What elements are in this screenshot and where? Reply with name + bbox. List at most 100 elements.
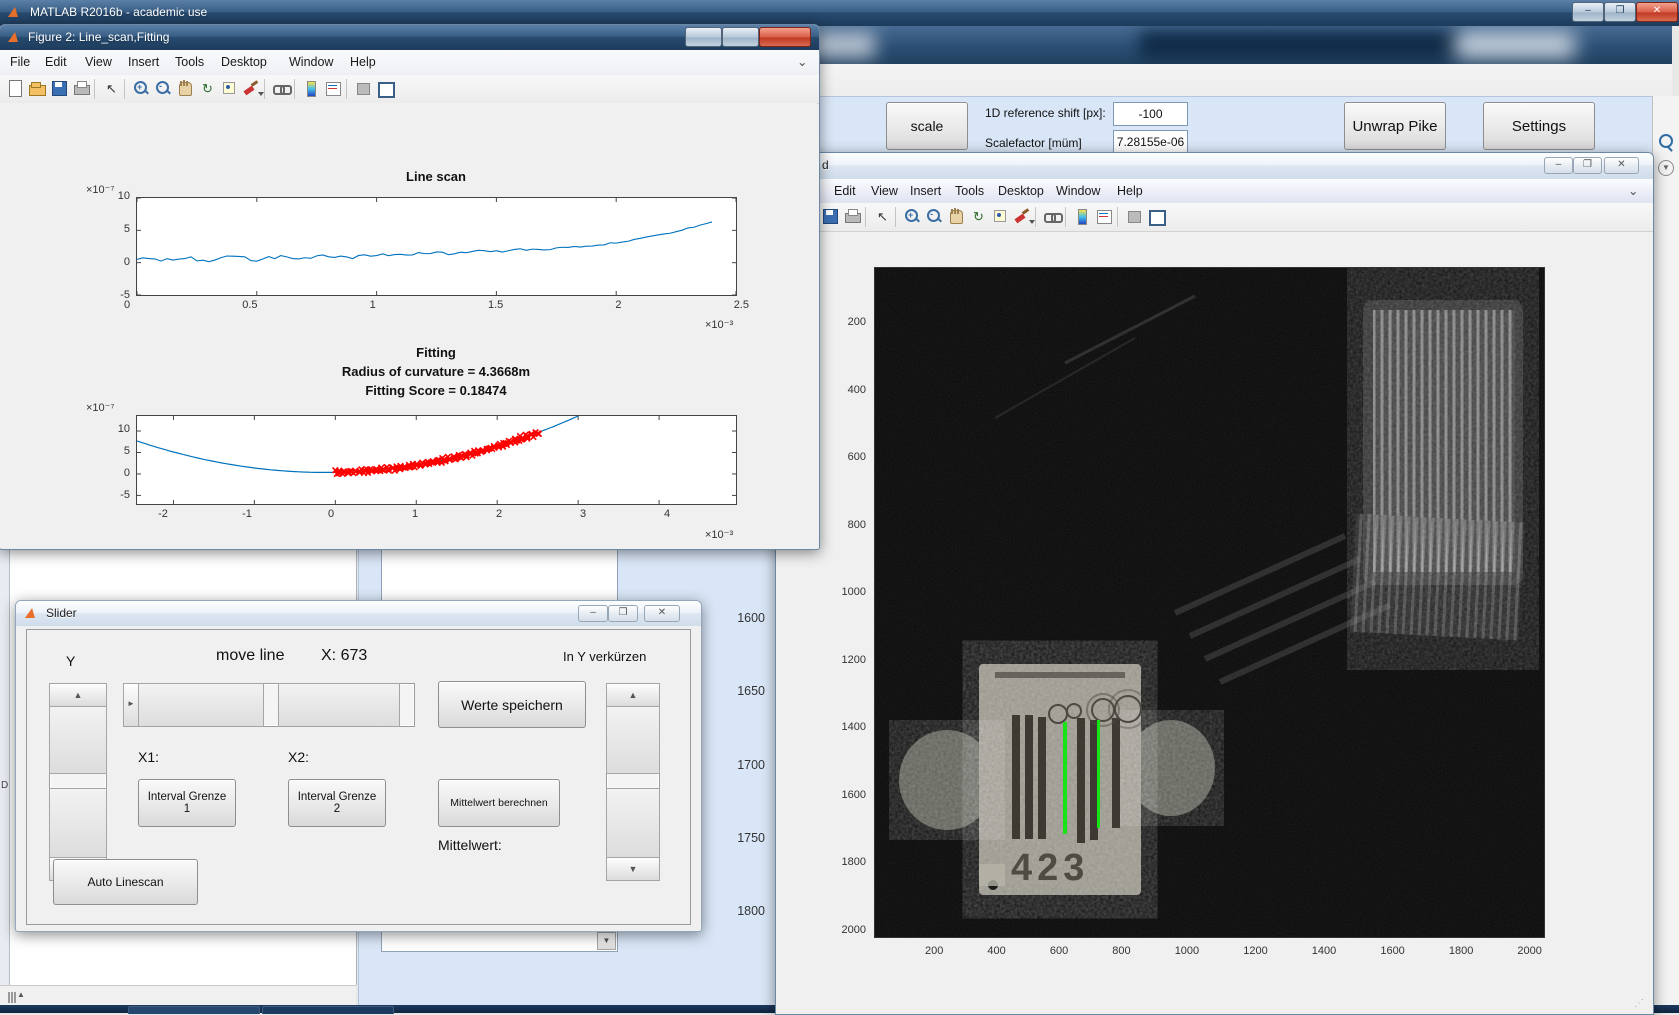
pan-icon[interactable] — [176, 79, 195, 98]
new-document-icon[interactable] — [6, 79, 25, 98]
data-cursor-icon[interactable] — [991, 207, 1010, 226]
zoom-in-icon[interactable]: + — [903, 207, 922, 226]
scale-button[interactable]: scale — [886, 102, 968, 150]
ref-shift-input[interactable] — [1113, 102, 1188, 126]
print-icon[interactable] — [843, 207, 862, 226]
menu-insert[interactable]: Insert — [908, 179, 943, 203]
hide-plot-tools-icon[interactable] — [1125, 207, 1144, 226]
slider-up-icon[interactable]: ▲ — [606, 683, 660, 707]
zoom-in-icon[interactable]: + — [132, 79, 151, 98]
slider-right-icon[interactable]: ► — [123, 683, 139, 727]
zoom-out-icon[interactable]: - — [154, 79, 173, 98]
main-minimize-button[interactable]: – — [1572, 2, 1604, 22]
menu-tools[interactable]: Tools — [953, 179, 986, 203]
scalefactor-input[interactable] — [1113, 130, 1188, 154]
x-slider[interactable]: ◄ ► — [123, 683, 415, 727]
slider-minimize-button[interactable]: – — [578, 605, 608, 622]
dock-figure-icon[interactable] — [1147, 207, 1166, 226]
overlay-line-2[interactable] — [1097, 720, 1100, 828]
y-slider-left[interactable]: ▲ ▼ — [49, 683, 107, 881]
open-folder-icon[interactable] — [28, 79, 47, 98]
slider-thumb[interactable] — [49, 706, 107, 774]
listbox-scroll-down-icon[interactable]: ▼ — [597, 932, 616, 950]
slider-thumb[interactable] — [138, 683, 264, 727]
interval-grenze-1-button[interactable]: Interval Grenze 1 — [138, 779, 236, 827]
slider-thumb[interactable] — [606, 788, 660, 858]
menu-file[interactable]: File — [8, 50, 32, 74]
chevron-circle-icon[interactable]: ▼ — [1658, 160, 1674, 176]
figure2-close-button[interactable] — [759, 27, 811, 47]
save-icon[interactable] — [50, 79, 69, 98]
cursor-icon[interactable]: ↖ — [102, 79, 121, 98]
menu-view[interactable]: View — [83, 50, 114, 74]
colorbar-icon[interactable] — [1073, 207, 1092, 226]
dock-figure-icon[interactable] — [376, 79, 395, 98]
menu-window[interactable]: Window — [287, 50, 335, 74]
brush-icon[interactable] — [1013, 207, 1035, 226]
plot1-axes[interactable] — [136, 197, 737, 296]
data-cursor-icon[interactable] — [220, 79, 239, 98]
mittelwert-berechnen-button[interactable]: Mittelwert berechnen — [438, 779, 560, 827]
menu-help[interactable]: Help — [348, 50, 378, 74]
menu-help[interactable]: Help — [1115, 179, 1145, 203]
menu-window[interactable]: Window — [1054, 179, 1102, 203]
menu-view[interactable]: View — [869, 179, 900, 203]
plot1-title: Line scan — [406, 169, 466, 184]
rotate-3d-icon[interactable]: ↻ — [969, 207, 988, 226]
plot2-axes[interactable] — [136, 415, 737, 505]
slider-thumb[interactable] — [606, 706, 660, 774]
menu-edit[interactable]: Edit — [43, 50, 69, 74]
figure-right-close-button[interactable]: ✕ — [1604, 157, 1639, 174]
figure2-titlebar[interactable]: Figure 2: Line_scan,Fitting — [0, 25, 819, 50]
figure-right-maximize-button[interactable]: ❐ — [1573, 157, 1602, 174]
search-icon[interactable] — [1659, 134, 1673, 148]
main-close-button[interactable]: ✕ — [1636, 2, 1678, 22]
print-icon[interactable] — [72, 79, 91, 98]
colorbar-icon[interactable] — [302, 79, 321, 98]
resize-grip-icon[interactable]: ⋰ — [1634, 998, 1644, 1009]
figure2-minimize-button[interactable] — [685, 27, 722, 47]
slider-titlebar[interactable]: Slider – ❐ ✕ — [16, 601, 701, 626]
brush-icon[interactable] — [242, 79, 264, 98]
legend-icon[interactable] — [324, 79, 343, 98]
menu-desktop[interactable]: Desktop — [219, 50, 269, 74]
cursor-icon[interactable]: ↖ — [873, 207, 892, 226]
rotate-3d-icon[interactable]: ↻ — [198, 79, 217, 98]
legend-icon[interactable] — [1095, 207, 1114, 226]
figure-right-minimize-button[interactable]: – — [1544, 157, 1573, 174]
link-plot-icon[interactable] — [1043, 207, 1063, 226]
menu-overflow-icon[interactable]: ⌄ — [795, 50, 809, 74]
pan-icon[interactable] — [947, 207, 966, 226]
menu-tools[interactable]: Tools — [173, 50, 206, 74]
overlay-line-1[interactable] — [1063, 722, 1067, 834]
zoom-out-icon[interactable]: - — [925, 207, 944, 226]
hide-plot-tools-icon[interactable] — [354, 79, 373, 98]
interval-grenze-2-button[interactable]: Interval Grenze 2 — [288, 779, 386, 827]
menu-insert[interactable]: Insert — [126, 50, 161, 74]
figure2-window[interactable]: Figure 2: Line_scan,Fitting File Edit Vi… — [0, 24, 820, 550]
menu-desktop[interactable]: Desktop — [996, 179, 1046, 203]
auto-linescan-button[interactable]: Auto Linescan — [53, 859, 198, 905]
settings-button[interactable]: Settings — [1483, 102, 1595, 150]
grip-arrow-icon[interactable]: ▲ — [17, 990, 25, 999]
slider-close-button[interactable]: ✕ — [644, 605, 680, 622]
slider-down-icon[interactable]: ▼ — [606, 857, 660, 881]
slider-maximize-button[interactable]: ❐ — [608, 605, 638, 622]
slider-thumb[interactable] — [49, 788, 107, 858]
figure2-maximize-button[interactable] — [722, 27, 759, 47]
menu-edit[interactable]: Edit — [832, 179, 858, 203]
save-values-button[interactable]: Werte speichern — [438, 681, 586, 728]
main-maximize-button[interactable]: ❐ — [1604, 2, 1636, 22]
left-dock-tab[interactable]: D — [0, 548, 10, 985]
save-icon[interactable] — [821, 207, 840, 226]
figure-right-titlebar[interactable]: d – ❐ ✕ — [776, 153, 1653, 179]
link-plot-icon[interactable] — [272, 79, 292, 98]
slider-up-icon[interactable]: ▲ — [49, 683, 107, 707]
y-slider-right[interactable]: ▲ ▼ — [606, 683, 660, 881]
menu-overflow-icon[interactable]: ⌄ — [1626, 179, 1640, 203]
scan-image[interactable]: 423 — [874, 267, 1545, 938]
figure-right-window[interactable]: d – ❐ ✕ Edit View Insert Tools Desktop W… — [775, 152, 1654, 1015]
slider-window[interactable]: Slider – ❐ ✕ Y move line X: 673 In Y ver… — [15, 600, 702, 932]
slider-thumb[interactable] — [278, 683, 400, 727]
unwrap-pike-button[interactable]: Unwrap Pike — [1344, 102, 1446, 150]
